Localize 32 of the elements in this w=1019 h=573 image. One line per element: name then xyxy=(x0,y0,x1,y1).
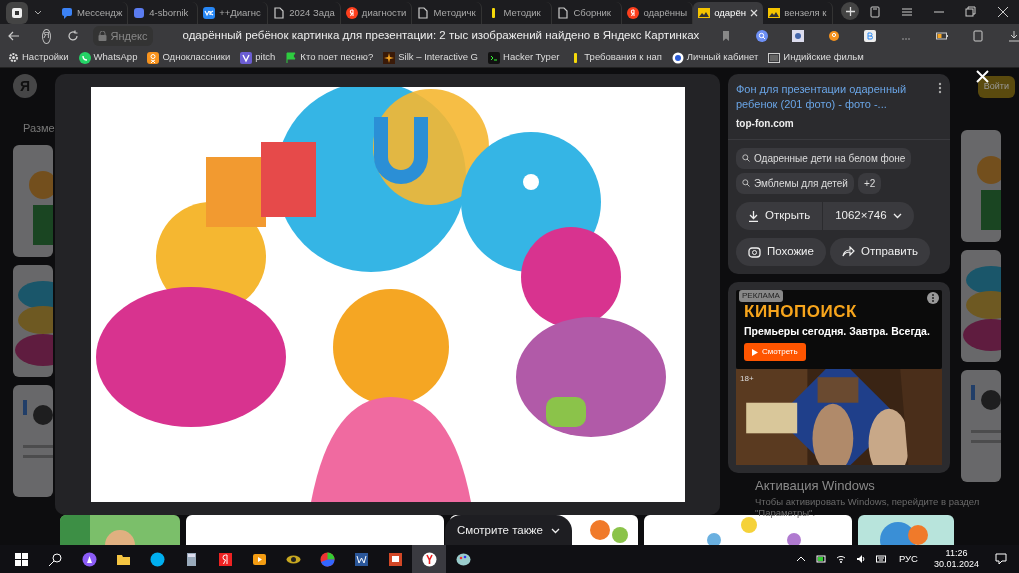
bookmark-link[interactable]: Индийские фильм xyxy=(768,50,864,65)
browser-tab[interactable]: одарён xyxy=(693,2,764,24)
bookmark-link[interactable]: Личный кабинет xyxy=(671,50,759,65)
bookmark-link[interactable]: Silk – Interactive G xyxy=(383,50,478,65)
ad-label: РЕКЛАМА xyxy=(739,289,783,302)
open-button[interactable]: Открыть xyxy=(736,201,824,230)
search-tag[interactable]: Эмблемы для детей xyxy=(736,172,854,194)
clock-time[interactable]: 11:26 xyxy=(945,548,968,559)
search-tag[interactable]: Одаренные дети на белом фоне xyxy=(736,147,912,169)
ad-tagline: Премьеры сегодня. Завтра. Всегда. xyxy=(744,323,931,339)
source-link[interactable]: Фон для презентации одаренный ребенок (201 фото) - фото -... xyxy=(736,82,934,112)
filter-label[interactable]: Разме xyxy=(23,120,55,137)
language-indicator[interactable]: РУС xyxy=(898,551,918,567)
activation-title: Активация Windows xyxy=(755,477,876,495)
similar-button[interactable]: Похожие xyxy=(736,237,826,266)
bookmark-link[interactable]: Hacker Typer xyxy=(488,50,560,65)
source-domain: top-fon.com xyxy=(736,116,795,131)
bookmark-link[interactable]: pitch xyxy=(240,50,276,65)
share-button[interactable]: Отправить xyxy=(829,237,930,266)
bookmark-link[interactable]: Кто поет песню? xyxy=(285,50,374,65)
bookmark-link[interactable]: Настройки xyxy=(8,50,69,65)
bookmark-link[interactable]: Требования к нап xyxy=(569,50,662,65)
clock-date[interactable]: 30.01.2024 xyxy=(933,559,979,570)
more-tags-button[interactable]: +2 xyxy=(857,172,882,194)
see-also-button[interactable]: Смотрите также xyxy=(445,515,572,545)
ad-brand: КИНОПОИСК xyxy=(744,302,858,320)
page-title: одарённый ребёнок картинка для презентации: 2 тыс изображений найдено в Яндекс Картинках xyxy=(182,28,700,44)
size-dropdown[interactable]: 1062×746 xyxy=(823,201,914,230)
bookmark-link[interactable]: WhatsApp xyxy=(78,50,138,65)
bookmark-link[interactable]: Одноклассники xyxy=(147,50,231,65)
site-name: Яндекс xyxy=(110,28,148,44)
age-rating: 18+ xyxy=(740,373,754,386)
